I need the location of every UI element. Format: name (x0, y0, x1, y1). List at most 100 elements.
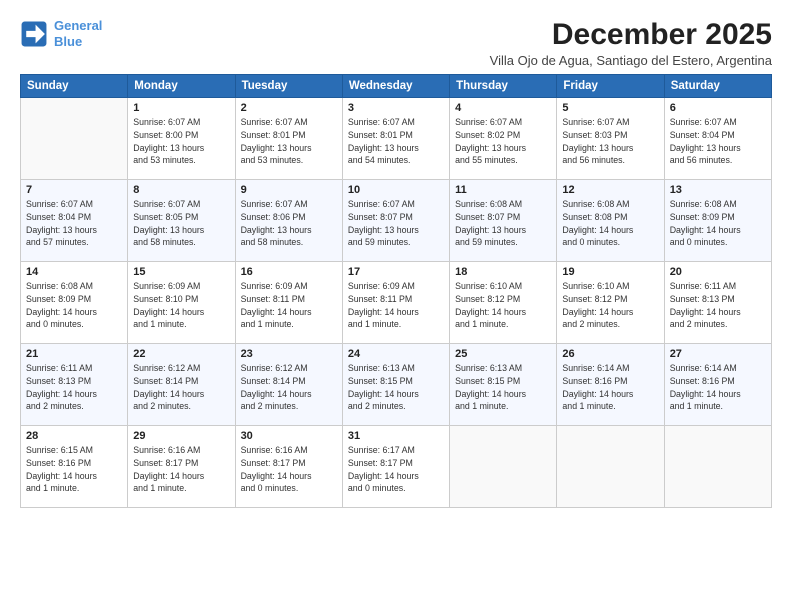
calendar-day-cell: 25 Sunrise: 6:13 AMSunset: 8:15 PMDayligh… (450, 344, 557, 426)
day-number: 21 (26, 348, 122, 360)
day-info: Sunrise: 6:08 AMSunset: 8:09 PMDaylight:… (670, 198, 766, 249)
day-number: 2 (241, 102, 337, 114)
day-info: Sunrise: 6:07 AMSunset: 8:01 PMDaylight:… (241, 116, 337, 167)
weekday-header-row: SundayMondayTuesdayWednesdayThursdayFrid… (21, 75, 772, 98)
day-number: 3 (348, 102, 444, 114)
calendar-day-cell: 2 Sunrise: 6:07 AMSunset: 8:01 PMDaylight… (235, 98, 342, 180)
day-number: 28 (26, 430, 122, 442)
calendar-day-cell: 29 Sunrise: 6:16 AMSunset: 8:17 PMDayligh… (128, 426, 235, 508)
day-number: 22 (133, 348, 229, 360)
calendar-day-cell: 3 Sunrise: 6:07 AMSunset: 8:01 PMDaylight… (342, 98, 449, 180)
day-info: Sunrise: 6:07 AMSunset: 8:03 PMDaylight:… (562, 116, 658, 167)
day-info: Sunrise: 6:07 AMSunset: 8:01 PMDaylight:… (348, 116, 444, 167)
day-info: Sunrise: 6:07 AMSunset: 8:04 PMDaylight:… (670, 116, 766, 167)
day-number: 11 (455, 184, 551, 196)
logo-line2: Blue (54, 34, 82, 49)
calendar-day-cell: 9 Sunrise: 6:07 AMSunset: 8:06 PMDaylight… (235, 180, 342, 262)
day-number: 25 (455, 348, 551, 360)
day-info: Sunrise: 6:10 AMSunset: 8:12 PMDaylight:… (455, 280, 551, 331)
calendar-day-cell (21, 98, 128, 180)
day-number: 20 (670, 266, 766, 278)
day-number: 26 (562, 348, 658, 360)
day-info: Sunrise: 6:07 AMSunset: 8:02 PMDaylight:… (455, 116, 551, 167)
calendar-day-cell: 28Sunrise: 6:15 AMSunset: 8:16 PMDayligh… (21, 426, 128, 508)
calendar-day-cell: 19 Sunrise: 6:10 AMSunset: 8:12 PMDayligh… (557, 262, 664, 344)
calendar-day-cell (557, 426, 664, 508)
calendar-table: SundayMondayTuesdayWednesdayThursdayFrid… (20, 74, 772, 508)
day-info: Sunrise: 6:14 AMSunset: 8:16 PMDaylight:… (562, 362, 658, 413)
day-info: Sunrise: 6:13 AMSunset: 8:15 PMDaylight:… (348, 362, 444, 413)
weekday-header-sunday: Sunday (21, 75, 128, 98)
day-number: 7 (26, 184, 122, 196)
day-info: Sunrise: 6:07 AMSunset: 8:04 PMDaylight:… (26, 198, 122, 249)
calendar-day-cell: 6 Sunrise: 6:07 AMSunset: 8:04 PMDaylight… (664, 98, 771, 180)
day-number: 16 (241, 266, 337, 278)
calendar-day-cell: 27 Sunrise: 6:14 AMSunset: 8:16 PMDayligh… (664, 344, 771, 426)
weekday-header-wednesday: Wednesday (342, 75, 449, 98)
logo-icon (20, 20, 48, 48)
day-number: 13 (670, 184, 766, 196)
weekday-header-thursday: Thursday (450, 75, 557, 98)
day-number: 4 (455, 102, 551, 114)
day-number: 10 (348, 184, 444, 196)
day-info: Sunrise: 6:17 AMSunset: 8:17 PMDaylight:… (348, 444, 444, 495)
day-info: Sunrise: 6:08 AMSunset: 8:09 PMDaylight:… (26, 280, 122, 331)
day-number: 18 (455, 266, 551, 278)
calendar-day-cell: 10Sunrise: 6:07 AMSunset: 8:07 PMDayligh… (342, 180, 449, 262)
calendar-day-cell: 8Sunrise: 6:07 AMSunset: 8:05 PMDaylight… (128, 180, 235, 262)
calendar-day-cell: 11 Sunrise: 6:08 AMSunset: 8:07 PMDayligh… (450, 180, 557, 262)
calendar-day-cell: 17Sunrise: 6:09 AMSunset: 8:11 PMDayligh… (342, 262, 449, 344)
logo-line1: General (54, 18, 102, 33)
weekday-header-monday: Monday (128, 75, 235, 98)
calendar-day-cell: 18 Sunrise: 6:10 AMSunset: 8:12 PMDayligh… (450, 262, 557, 344)
day-number: 19 (562, 266, 658, 278)
day-info: Sunrise: 6:16 AMSunset: 8:17 PMDaylight:… (133, 444, 229, 495)
header: General Blue December 2025 Villa Ojo de … (20, 18, 772, 68)
day-number: 6 (670, 102, 766, 114)
calendar-day-cell: 20Sunrise: 6:11 AMSunset: 8:13 PMDayligh… (664, 262, 771, 344)
calendar-week-row: 14 Sunrise: 6:08 AMSunset: 8:09 PMDayligh… (21, 262, 772, 344)
day-number: 14 (26, 266, 122, 278)
day-info: Sunrise: 6:10 AMSunset: 8:12 PMDaylight:… (562, 280, 658, 331)
weekday-header-tuesday: Tuesday (235, 75, 342, 98)
calendar-day-cell (450, 426, 557, 508)
day-number: 29 (133, 430, 229, 442)
day-info: Sunrise: 6:16 AMSunset: 8:17 PMDaylight:… (241, 444, 337, 495)
calendar-day-cell: 4 Sunrise: 6:07 AMSunset: 8:02 PMDaylight… (450, 98, 557, 180)
day-info: Sunrise: 6:07 AMSunset: 8:06 PMDaylight:… (241, 198, 337, 249)
day-info: Sunrise: 6:09 AMSunset: 8:11 PMDaylight:… (348, 280, 444, 331)
day-info: Sunrise: 6:12 AMSunset: 8:14 PMDaylight:… (241, 362, 337, 413)
day-number: 5 (562, 102, 658, 114)
calendar-week-row: 7 Sunrise: 6:07 AMSunset: 8:04 PMDaylight… (21, 180, 772, 262)
weekday-header-saturday: Saturday (664, 75, 771, 98)
day-number: 9 (241, 184, 337, 196)
calendar-day-cell: 30 Sunrise: 6:16 AMSunset: 8:17 PMDayligh… (235, 426, 342, 508)
day-number: 30 (241, 430, 337, 442)
day-info: Sunrise: 6:14 AMSunset: 8:16 PMDaylight:… (670, 362, 766, 413)
calendar-day-cell: 13 Sunrise: 6:08 AMSunset: 8:09 PMDayligh… (664, 180, 771, 262)
calendar-day-cell: 21 Sunrise: 6:11 AMSunset: 8:13 PMDayligh… (21, 344, 128, 426)
weekday-header-friday: Friday (557, 75, 664, 98)
day-info: Sunrise: 6:07 AMSunset: 8:00 PMDaylight:… (133, 116, 229, 167)
day-number: 12 (562, 184, 658, 196)
calendar-day-cell: 23 Sunrise: 6:12 AMSunset: 8:14 PMDayligh… (235, 344, 342, 426)
day-info: Sunrise: 6:13 AMSunset: 8:15 PMDaylight:… (455, 362, 551, 413)
calendar-week-row: 1Sunrise: 6:07 AMSunset: 8:00 PMDaylight… (21, 98, 772, 180)
calendar-day-cell: 12 Sunrise: 6:08 AMSunset: 8:08 PMDayligh… (557, 180, 664, 262)
calendar-week-row: 21 Sunrise: 6:11 AMSunset: 8:13 PMDayligh… (21, 344, 772, 426)
day-info: Sunrise: 6:09 AMSunset: 8:11 PMDaylight:… (241, 280, 337, 331)
day-number: 15 (133, 266, 229, 278)
calendar-day-cell: 22Sunrise: 6:12 AMSunset: 8:14 PMDayligh… (128, 344, 235, 426)
day-info: Sunrise: 6:08 AMSunset: 8:08 PMDaylight:… (562, 198, 658, 249)
calendar-day-cell (664, 426, 771, 508)
page: General Blue December 2025 Villa Ojo de … (0, 0, 792, 612)
title-block: December 2025 Villa Ojo de Agua, Santiag… (490, 18, 772, 68)
day-info: Sunrise: 6:08 AMSunset: 8:07 PMDaylight:… (455, 198, 551, 249)
day-number: 23 (241, 348, 337, 360)
day-info: Sunrise: 6:07 AMSunset: 8:05 PMDaylight:… (133, 198, 229, 249)
day-number: 27 (670, 348, 766, 360)
main-title: December 2025 (490, 18, 772, 51)
day-number: 31 (348, 430, 444, 442)
logo: General Blue (20, 18, 102, 49)
day-info: Sunrise: 6:11 AMSunset: 8:13 PMDaylight:… (26, 362, 122, 413)
